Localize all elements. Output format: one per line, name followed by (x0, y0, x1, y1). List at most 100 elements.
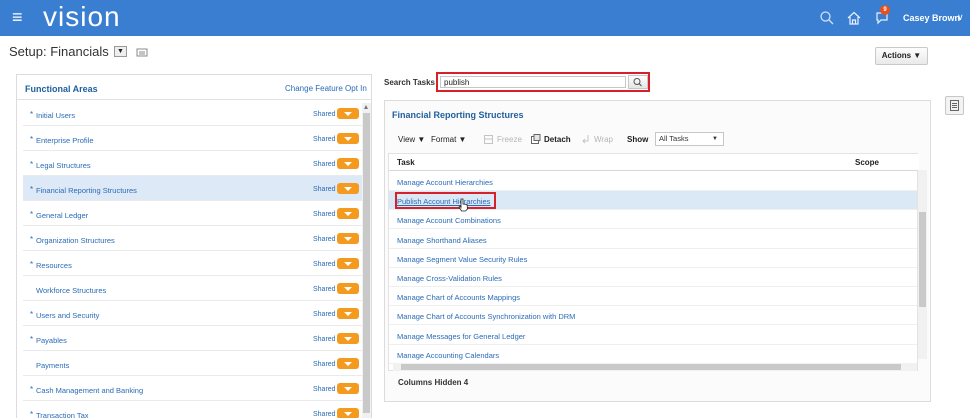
status-dropdown-icon[interactable] (337, 183, 359, 194)
required-star: * (30, 185, 34, 194)
tasks-table-header: Task Scope (389, 154, 919, 171)
status-dropdown-icon[interactable] (337, 133, 359, 144)
functional-area-label[interactable]: Resources (36, 261, 72, 270)
functional-area-label[interactable]: Workforce Structures (36, 286, 106, 295)
show-label: Show (627, 135, 649, 144)
search-tasks-box (436, 72, 650, 92)
table-row[interactable]: Manage Shorthand Aliases (389, 230, 917, 249)
side-panel-toggle[interactable] (945, 96, 964, 115)
freeze-button[interactable]: Freeze (497, 135, 522, 144)
functional-area-item[interactable]: Workforce Structures Shared (23, 276, 362, 301)
task-column-header[interactable]: Task (397, 158, 415, 167)
search-icon[interactable] (819, 10, 835, 26)
functional-area-item[interactable]: * Enterprise Profile Shared (23, 126, 362, 151)
search-tasks-button[interactable] (628, 75, 648, 89)
required-star: * (30, 135, 34, 144)
title-dropdown[interactable]: ▼ (114, 46, 127, 57)
tasks-horizontal-scrollbar[interactable] (393, 363, 917, 371)
functional-area-item[interactable]: * Legal Structures Shared (23, 151, 362, 176)
functional-area-item[interactable]: * General Ledger Shared (23, 201, 362, 226)
status-dropdown-icon[interactable] (337, 383, 359, 394)
task-link[interactable]: Manage Accounting Calendars (397, 351, 499, 360)
scope-column-header[interactable]: Scope (855, 158, 879, 167)
table-row[interactable]: Manage Chart of Accounts Synchronization… (389, 306, 917, 326)
status-dropdown-icon[interactable] (337, 408, 359, 418)
task-link[interactable]: Manage Messages for General Ledger (397, 332, 525, 341)
table-row[interactable]: Publish Account Hierarchies (389, 191, 917, 212)
status-dropdown-icon[interactable] (337, 108, 359, 119)
change-feature-opt-in-link[interactable]: Change Feature Opt In (285, 84, 367, 93)
shared-label: Shared (313, 111, 336, 118)
functional-area-label[interactable]: Initial Users (36, 111, 75, 120)
tasks-vertical-scrollbar[interactable] (918, 170, 927, 359)
search-tasks-input[interactable] (440, 76, 626, 88)
functional-area-label[interactable]: Transaction Tax (36, 411, 89, 418)
functional-area-label[interactable]: Enterprise Profile (36, 136, 94, 145)
functional-area-label[interactable]: Organization Structures (36, 236, 115, 245)
scroll-up-icon[interactable] (364, 105, 368, 109)
task-link[interactable]: Manage Cross-Validation Rules (397, 274, 502, 283)
actions-button[interactable]: Actions ▼ (875, 47, 928, 65)
wrap-button[interactable]: Wrap (594, 135, 613, 144)
status-dropdown-icon[interactable] (337, 358, 359, 369)
functional-area-item[interactable]: * Financial Reporting Structures Shared (23, 176, 362, 201)
status-dropdown-icon[interactable] (337, 258, 359, 269)
status-dropdown-icon[interactable] (337, 233, 359, 244)
view-menu[interactable]: View ▼ (398, 135, 425, 144)
shared-label: Shared (313, 136, 336, 143)
task-link[interactable]: Manage Account Hierarchies (397, 178, 493, 187)
functional-area-item[interactable]: * Payables Shared (23, 326, 362, 351)
task-link[interactable]: Manage Chart of Accounts Synchronization… (397, 312, 575, 321)
functional-area-item[interactable]: * Cash Management and Banking Shared (23, 376, 362, 401)
task-link[interactable]: Manage Chart of Accounts Mappings (397, 293, 520, 302)
functional-area-item[interactable]: * Users and Security Shared (23, 301, 362, 326)
required-star: * (30, 160, 34, 169)
functional-area-label[interactable]: Financial Reporting Structures (36, 186, 137, 195)
functional-area-label[interactable]: Users and Security (36, 311, 99, 320)
app-logo[interactable]: vision (43, 1, 121, 33)
functional-area-label[interactable]: Payables (36, 336, 67, 345)
status-dropdown-icon[interactable] (337, 333, 359, 344)
show-select[interactable]: All Tasks ▼ (655, 132, 724, 146)
functional-area-item[interactable]: Payments Shared (23, 351, 362, 376)
status-dropdown-icon[interactable] (337, 283, 359, 294)
shared-label: Shared (313, 411, 336, 418)
table-row[interactable]: Manage Messages for General Ledger (389, 326, 917, 345)
table-row[interactable]: Manage Account Combinations (389, 210, 917, 230)
task-link[interactable]: Manage Shorthand Aliases (397, 236, 487, 245)
functional-area-label[interactable]: Cash Management and Banking (36, 386, 143, 395)
task-link[interactable]: Manage Segment Value Security Rules (397, 255, 527, 264)
page-title: Setup: Financials (9, 44, 109, 59)
chevron-down-icon[interactable]: ∨ (957, 12, 964, 23)
user-menu[interactable]: Casey Brown (903, 13, 960, 23)
scroll-thumb[interactable] (401, 364, 901, 370)
functional-area-item[interactable]: * Organization Structures Shared (23, 226, 362, 251)
table-row[interactable]: Manage Accounting Calendars (389, 345, 917, 364)
detach-button[interactable]: Detach (544, 135, 571, 144)
table-row[interactable]: Manage Segment Value Security Rules (389, 249, 917, 268)
required-star: * (30, 335, 34, 344)
table-row[interactable]: Manage Cross-Validation Rules (389, 268, 917, 287)
scroll-thumb[interactable] (363, 113, 370, 413)
home-icon[interactable] (846, 10, 862, 26)
functional-area-label[interactable]: General Ledger (36, 211, 88, 220)
task-link[interactable]: Manage Account Combinations (397, 216, 501, 225)
columns-hidden-label: Columns Hidden (398, 378, 462, 387)
functional-area-label[interactable]: Legal Structures (36, 161, 91, 170)
highlight-box (395, 192, 496, 210)
functional-area-label[interactable]: Payments (36, 361, 69, 370)
scroll-thumb[interactable] (919, 212, 926, 307)
format-menu[interactable]: Format ▼ (431, 135, 466, 144)
menu-icon[interactable]: ≡ (12, 8, 23, 26)
functional-areas-scrollbar[interactable] (362, 103, 371, 418)
chevron-down-icon: ▼ (712, 136, 718, 142)
status-dropdown-icon[interactable] (337, 208, 359, 219)
task-list-icon[interactable] (136, 48, 148, 58)
status-dropdown-icon[interactable] (337, 308, 359, 319)
functional-area-item[interactable]: * Transaction Tax Shared (23, 401, 362, 418)
functional-area-item[interactable]: * Resources Shared (23, 251, 362, 276)
functional-area-item[interactable]: * Initial Users Shared (23, 101, 362, 126)
table-row[interactable]: Manage Account Hierarchies (389, 172, 917, 191)
status-dropdown-icon[interactable] (337, 158, 359, 169)
table-row[interactable]: Manage Chart of Accounts Mappings (389, 287, 917, 307)
